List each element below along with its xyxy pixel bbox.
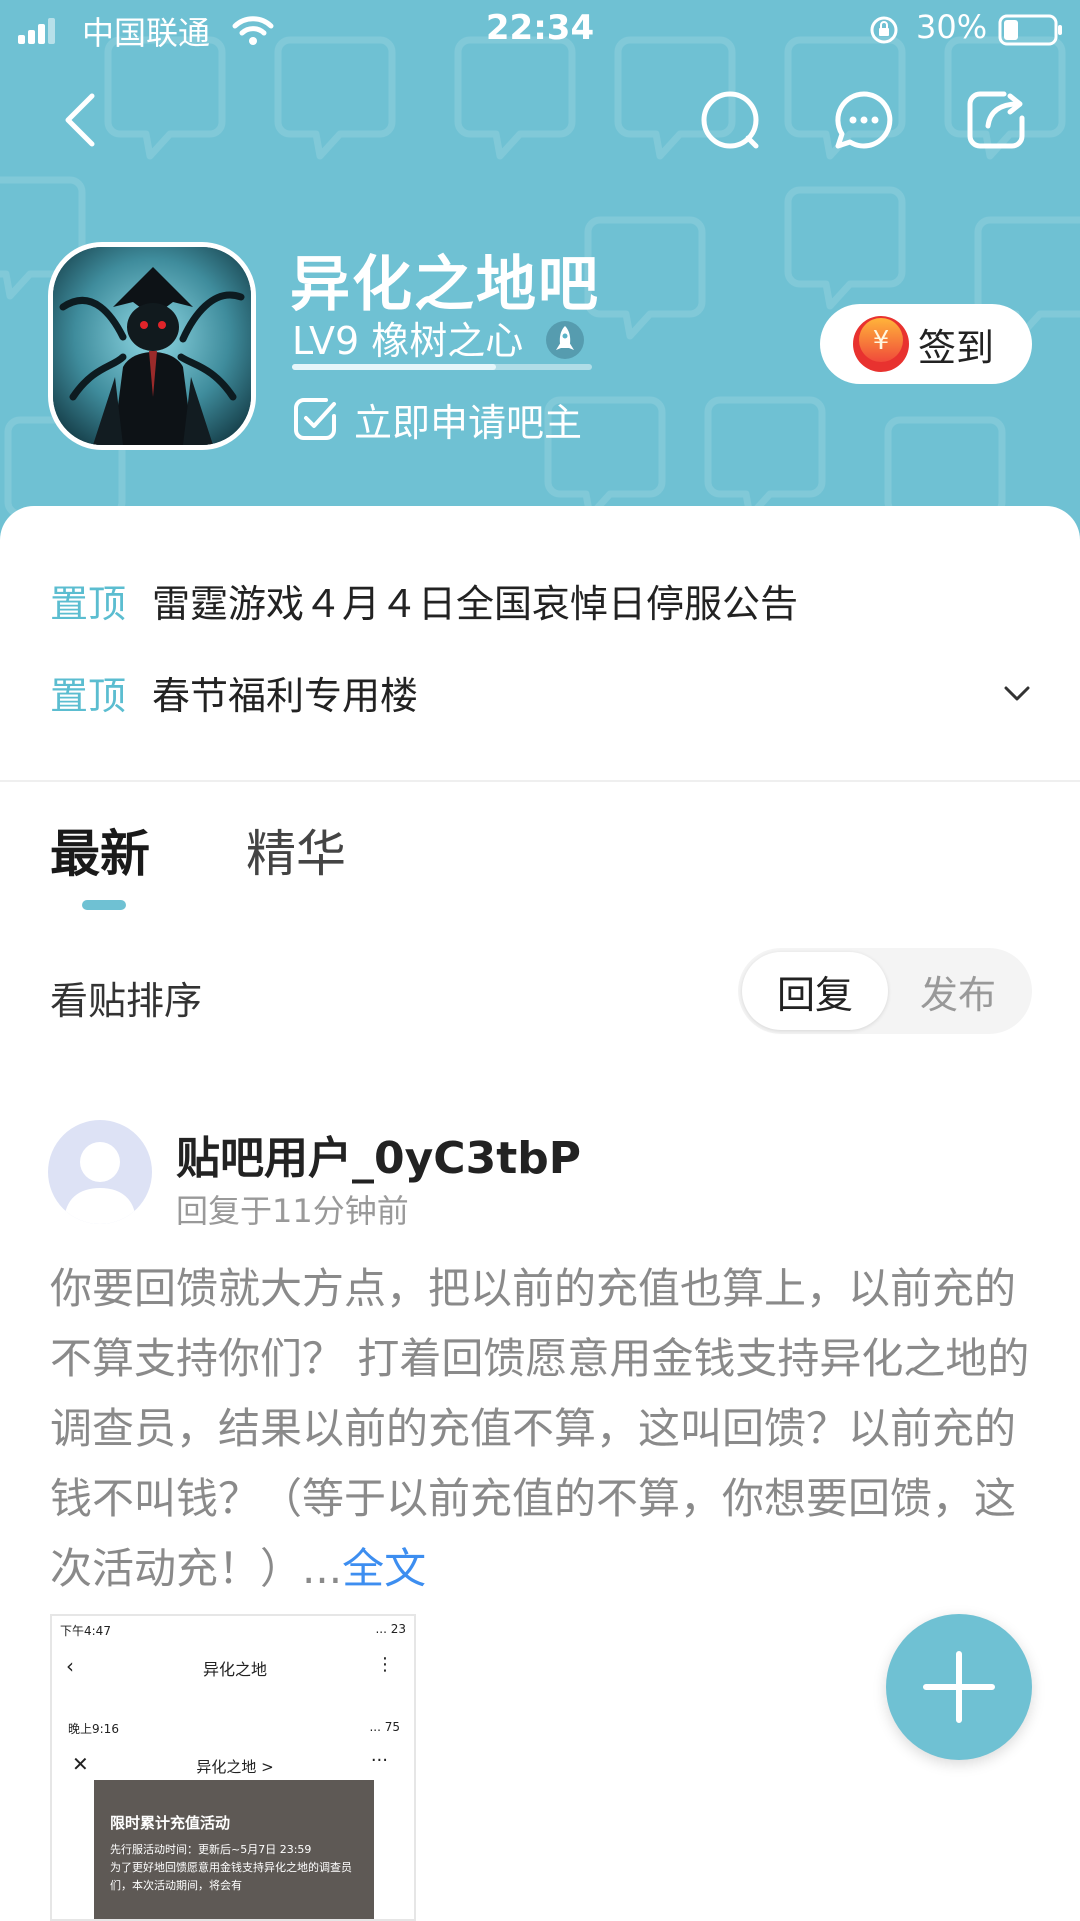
chevron-down-icon[interactable] (1000, 676, 1034, 710)
thumb-more-icon: ··· (370, 1750, 388, 1771)
thumb-app-title: 异化之地 (202, 1660, 267, 1679)
coin-icon: ¥ (853, 316, 909, 372)
forum-avatar[interactable] (48, 242, 256, 450)
thumb-status-time: 下午4:47 (60, 1624, 111, 1638)
thumb-status-right: ... 23 (375, 1622, 406, 1636)
forum-header: 中国联通 22:34 30% 异化之地吧 LV9 橡树之心 立即申请吧主 ¥ 签… (0, 0, 1080, 560)
read-more-link[interactable]: 全文 (342, 1544, 426, 1593)
divider (0, 780, 1080, 782)
forum-level[interactable]: LV9 橡树之心 (292, 310, 585, 365)
battery-percent: 30% (916, 8, 988, 46)
new-post-button[interactable] (886, 1614, 1032, 1760)
pinned-label: 置顶 (50, 581, 127, 626)
thumb-status-right-2: ... 75 (369, 1720, 400, 1734)
plus-icon (923, 1651, 995, 1723)
level-progress-bar (292, 364, 592, 370)
post-body[interactable]: 你要回馈就大方点，把以前的充值也算上，以前充的不算支持你们？ 打着回馈愿意用金钱… (50, 1254, 1040, 1604)
tab-featured[interactable]: 精华 (246, 814, 346, 886)
sort-option-reply[interactable]: 回复 (742, 952, 888, 1030)
pinned-title: 雷霆游戏４月４日全国哀悼日停服公告 (152, 581, 799, 626)
signin-label: 签到 (918, 325, 995, 370)
forum-level-text: LV9 橡树之心 (292, 319, 524, 363)
search-icon[interactable] (698, 88, 762, 152)
avatar[interactable] (48, 1120, 152, 1224)
default-avatar-icon (64, 1142, 136, 1224)
chat-icon[interactable] (832, 88, 896, 152)
back-icon[interactable] (50, 88, 114, 152)
rotation-lock-icon (870, 16, 898, 44)
pinned-title: 春节福利专用楼 (152, 673, 419, 718)
apply-moderator-label: 立即申请吧主 (354, 400, 583, 445)
checkbox-icon (294, 398, 336, 440)
sort-label: 看贴排序 (50, 979, 203, 1023)
thumb-panel-line: 为了更好地回馈愿意用金钱支持异化之地的调查员们，本次活动期间，将会有 (110, 1861, 352, 1892)
rocket-icon (546, 321, 585, 359)
thumb-menu-icon: ⋮ (376, 1654, 394, 1675)
pinned-post[interactable]: 置顶 雷霆游戏４月４日全国哀悼日停服公告 (50, 570, 798, 630)
status-bar: 中国联通 22:34 30% (0, 0, 1080, 60)
post-time: 回复于11分钟前 (176, 1192, 409, 1230)
share-icon[interactable] (964, 88, 1028, 152)
sort-option-publish[interactable]: 发布 (888, 952, 1028, 1030)
battery-icon (998, 14, 1062, 46)
forum-avatar-art (53, 247, 251, 445)
signin-button[interactable]: ¥ 签到 (820, 304, 1032, 384)
thumb-panel-title: 限时累计充值活动 (110, 1814, 231, 1832)
coin-symbol: ¥ (873, 326, 890, 356)
thumb-panel-line: 先行服活动时间：更新后~5月7日 23:59 (110, 1843, 312, 1856)
thumb-status-time-2: 晚上9:16 (68, 1722, 119, 1736)
tab-active-indicator (82, 900, 126, 910)
post-username[interactable]: 贴吧用户_0yC3tbP (176, 1122, 581, 1186)
thumb-event-panel: 限时累计充值活动 先行服活动时间：更新后~5月7日 23:59 为了更好地回馈愿… (94, 1780, 374, 1919)
post-image[interactable]: 下午4:47 ... 23 ‹ 异化之地 ⋮ 晚上9:16 ... 75 ✕ 异… (50, 1614, 416, 1921)
sort-toggle: 回复 发布 (738, 948, 1032, 1034)
thumb-page-title: 异化之地 > (196, 1758, 274, 1776)
apply-moderator-link[interactable]: 立即申请吧主 (292, 392, 582, 446)
level-progress-fill (292, 364, 496, 370)
pinned-label: 置顶 (50, 673, 127, 718)
tab-latest[interactable]: 最新 (50, 814, 150, 886)
pinned-post[interactable]: 置顶 春节福利专用楼 (50, 662, 418, 722)
post-body-text: 你要回馈就大方点，把以前的充值也算上，以前充的不算支持你们？ 打着回馈愿意用金钱… (50, 1264, 1030, 1593)
